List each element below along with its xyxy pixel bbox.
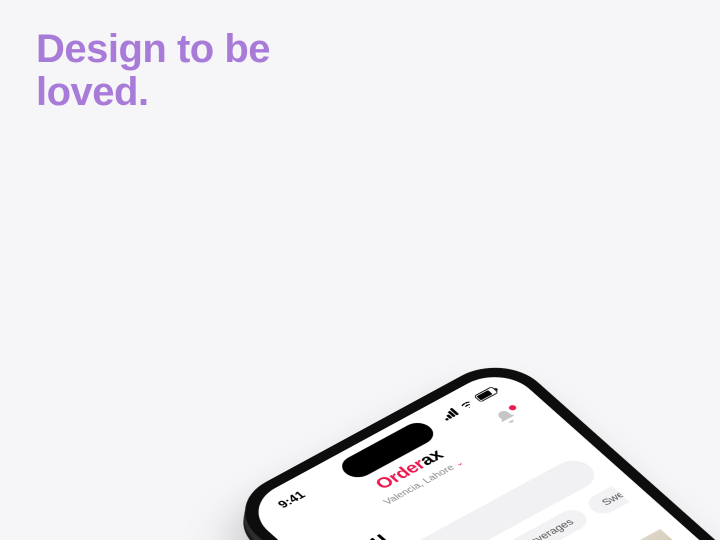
category-chip-sweet[interactable]: Sweet: [583, 486, 630, 518]
popular-card[interactable]: Spicy V 🔥 140 cal: [713, 529, 720, 540]
status-time: 9:41: [275, 489, 309, 511]
wifi-icon: [457, 398, 477, 411]
food-image: [713, 529, 720, 540]
signal-icon: [439, 407, 459, 421]
battery-icon: [473, 386, 498, 402]
phone-mockup: 9:41 Orderax Valencia, Lahore ⌄: [223, 352, 720, 540]
marketing-tagline: Design to be loved.: [36, 28, 270, 114]
